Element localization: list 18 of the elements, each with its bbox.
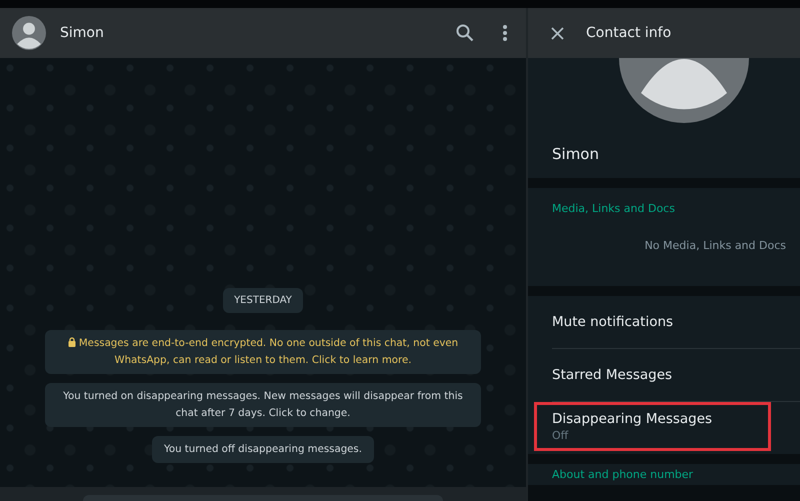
about-heading: About and phone number bbox=[528, 464, 800, 485]
media-heading[interactable]: Media, Links and Docs bbox=[552, 202, 776, 215]
panel-title: Contact info bbox=[586, 25, 672, 41]
close-icon[interactable] bbox=[551, 26, 564, 40]
avatar-icon bbox=[12, 16, 46, 50]
search-icon[interactable] bbox=[456, 24, 474, 42]
empty-media-text: No Media, Links and Docs bbox=[644, 239, 786, 252]
system-message[interactable]: You turned on disappearing messages. New messages will disappear from this chat after 7 days. Click to change. bbox=[45, 383, 481, 427]
option-label[interactable]: Mute notifications bbox=[552, 314, 674, 330]
date-chip: YESTERDAY bbox=[223, 288, 303, 313]
encryption-notice[interactable]: Messages are end-to-end encrypted. No one outside of this chat, not even WhatsApp, can read or listen to them. Click to learn more. bbox=[45, 330, 481, 374]
option-label[interactable]: Disappearing Messages bbox=[552, 410, 712, 426]
system-message[interactable]: You turned off disappearing messages. bbox=[152, 436, 374, 463]
contact-name: Simon bbox=[551, 144, 600, 163]
option-label[interactable]: Starred Messages bbox=[552, 367, 672, 383]
option-status: Off bbox=[552, 428, 570, 442]
menu-icon[interactable] bbox=[502, 24, 508, 42]
lock-icon bbox=[68, 337, 76, 347]
